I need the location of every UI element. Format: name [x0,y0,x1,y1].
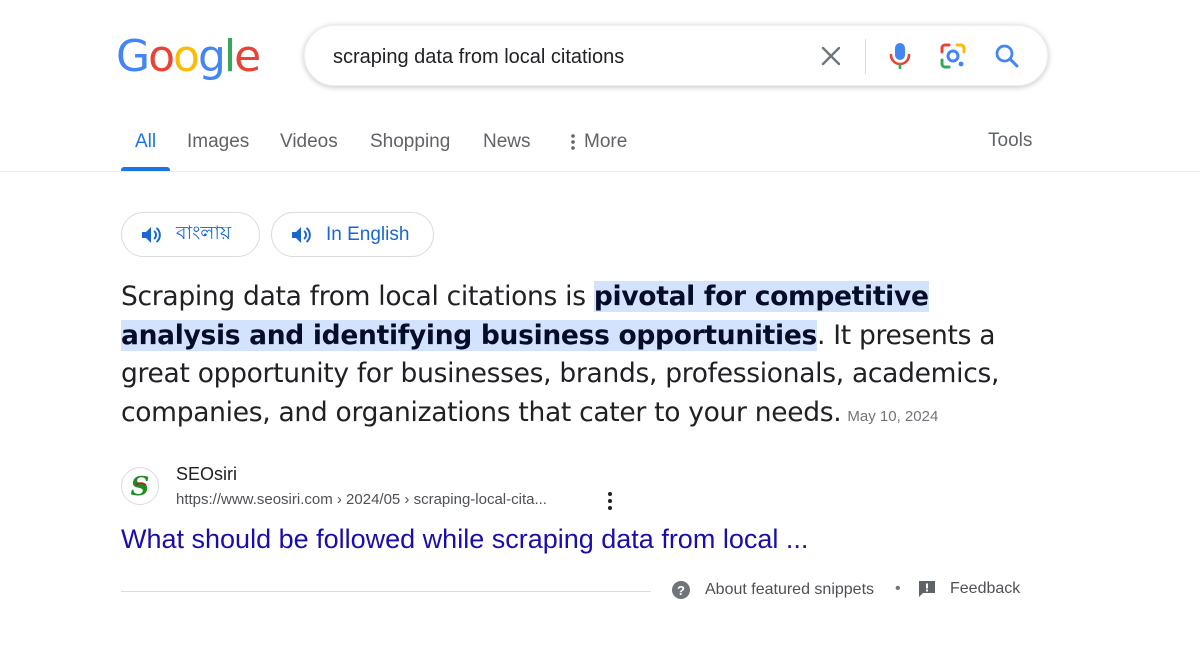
microphone-icon[interactable] [884,40,916,72]
tab-shopping[interactable]: Shopping [370,130,450,154]
tab-videos[interactable]: Videos [280,130,338,154]
tab-more[interactable]: More [570,130,627,154]
listen-bangla-chip[interactable]: বাংলায় [121,212,260,257]
speaker-icon [140,225,162,245]
tab-all[interactable]: All [135,130,156,154]
clear-icon[interactable] [815,40,847,72]
footer-separator: • [895,580,901,597]
chip-label: বাংলায় [176,222,232,244]
tab-images[interactable]: Images [187,130,249,154]
logo-letter: e [234,31,261,82]
svg-text:?: ? [677,583,685,598]
tools-button[interactable]: Tools [988,130,1032,152]
active-tab-indicator [121,167,170,171]
site-favicon[interactable]: S [121,467,159,505]
logo-letter: l [223,31,236,82]
more-vert-icon [571,134,575,150]
search-box[interactable]: scraping data from local citations [304,25,1048,86]
google-logo[interactable]: Google [116,31,261,82]
snippet-text-before: Scraping data from local citations is [121,281,594,312]
about-label: About featured snippets [705,581,875,598]
about-featured-snippets-link[interactable]: ? About featured snippets [671,580,874,600]
footer-divider [121,591,651,592]
speaker-icon [290,225,312,245]
lens-icon[interactable] [937,40,969,72]
site-name[interactable]: SEOsiri [176,463,237,485]
logo-letter: o [148,31,175,82]
site-url[interactable]: https://www.seosiri.com › 2024/05 › scra… [176,490,547,510]
feedback-label: Feedback [950,580,1021,597]
logo-letter: G [116,31,150,82]
help-icon: ? [671,580,691,600]
snippet-date: May 10, 2024 [847,407,939,425]
logo-letter: o [173,31,200,82]
listen-english-chip[interactable]: In English [271,212,434,257]
tab-more-label: More [584,131,628,152]
result-title-link[interactable]: What should be followed while scraping d… [121,522,808,556]
chip-label: In English [326,223,410,245]
more-options-icon[interactable] [601,490,619,512]
svg-text:S: S [131,472,150,501]
search-input[interactable]: scraping data from local citations [333,45,624,69]
feedback-link[interactable]: Feedback [918,580,1020,598]
search-divider [865,39,866,74]
logo-letter: g [197,31,226,82]
feedback-icon [918,580,936,598]
search-icon[interactable] [991,40,1023,72]
featured-snippet-text: Scraping data from local citations is pi… [121,278,1041,436]
tab-news[interactable]: News [483,130,531,154]
